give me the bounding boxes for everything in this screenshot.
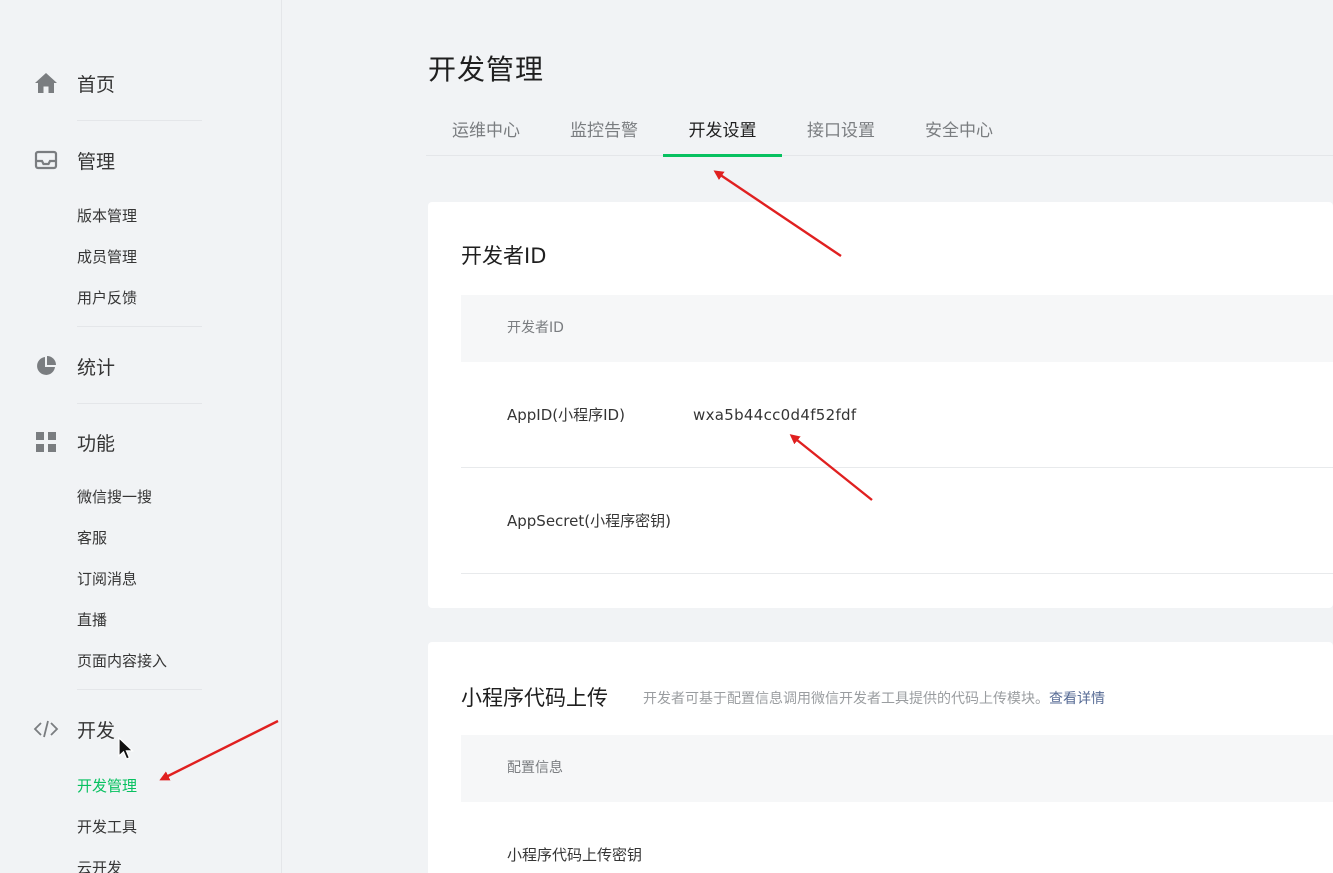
sidebar-item-develop[interactable]: 开发 — [0, 709, 282, 749]
pie-chart-icon — [33, 353, 59, 379]
sidebar-subitem-customer-service[interactable]: 客服 — [77, 526, 107, 550]
sidebar-item-features[interactable]: 功能 — [0, 422, 282, 462]
sidebar-item-label: 功能 — [77, 432, 116, 455]
sidebar-item-label: 开发 — [77, 719, 116, 742]
table-row: 小程序代码上传密钥 — [461, 802, 1333, 873]
table-header: 开发者ID — [461, 295, 1333, 362]
sidebar-item-label: 管理 — [77, 150, 116, 173]
sidebar-subitem-search[interactable]: 微信搜一搜 — [77, 485, 152, 509]
sidebar-subitem-cloud-dev[interactable]: 云开发 — [77, 856, 122, 873]
upload-key-label: 小程序代码上传密钥 — [507, 846, 643, 864]
code-upload-card: 小程序代码上传 开发者可基于配置信息调用微信开发者工具提供的代码上传模块。查看详… — [428, 642, 1333, 873]
sidebar-subitem-version[interactable]: 版本管理 — [77, 204, 137, 228]
sidebar-subitem-page-content[interactable]: 页面内容接入 — [77, 649, 167, 673]
tab-api-settings[interactable]: 接口设置 — [805, 110, 877, 156]
sidebar-subitem-subscribe-message[interactable]: 订阅消息 — [77, 567, 137, 591]
sidebar-item-home[interactable]: 首页 — [0, 63, 282, 103]
tab-ops-center[interactable]: 运维中心 — [450, 110, 522, 156]
card-title: 小程序代码上传 — [461, 686, 608, 710]
sidebar-subitem-dev-tools[interactable]: 开发工具 — [77, 815, 137, 839]
page-title: 开发管理 — [428, 53, 545, 86]
table-header: 配置信息 — [461, 735, 1333, 802]
divider — [77, 403, 202, 404]
sidebar-item-stats[interactable]: 统计 — [0, 346, 282, 386]
view-details-link[interactable]: 查看详情 — [1049, 691, 1105, 707]
divider — [77, 689, 202, 690]
sidebar: 首页 管理 版本管理 成员管理 用户反馈 统计 功能 微信搜一搜 客服 订阅消息… — [0, 0, 282, 873]
sidebar-subitem-members[interactable]: 成员管理 — [77, 245, 137, 269]
grid-icon — [33, 429, 59, 455]
sidebar-subitem-feedback[interactable]: 用户反馈 — [77, 286, 137, 310]
table-header-label: 开发者ID — [507, 320, 564, 336]
divider — [77, 120, 202, 121]
appsecret-label: AppSecret(小程序密钥) — [507, 512, 671, 530]
tab-dev-settings[interactable]: 开发设置 — [663, 110, 782, 157]
app-window: 首页 管理 版本管理 成员管理 用户反馈 统计 功能 微信搜一搜 客服 订阅消息… — [0, 0, 1333, 873]
tab-security-center[interactable]: 安全中心 — [923, 110, 995, 156]
inbox-icon — [33, 147, 59, 173]
table-header-label: 配置信息 — [507, 760, 563, 776]
sidebar-subitem-live[interactable]: 直播 — [77, 608, 107, 632]
sidebar-item-label: 首页 — [77, 73, 116, 96]
developer-id-card: 开发者ID 开发者ID AppID(小程序ID) wxa5b44cc0d4f52… — [428, 202, 1333, 608]
sidebar-item-label: 统计 — [77, 356, 116, 379]
sidebar-item-manage[interactable]: 管理 — [0, 140, 282, 180]
appid-label: AppID(小程序ID) — [507, 406, 625, 424]
table-row: AppID(小程序ID) wxa5b44cc0d4f52fdf — [461, 362, 1333, 468]
card-title: 开发者ID — [461, 244, 547, 268]
mouse-cursor-icon — [118, 736, 135, 765]
sidebar-subitem-dev-manage[interactable]: 开发管理 — [77, 774, 137, 798]
sidebar-clip: 云开发 — [0, 852, 282, 873]
tab-bar: 运维中心 监控告警 开发设置 接口设置 安全中心 — [426, 110, 1333, 157]
tab-monitoring[interactable]: 监控告警 — [568, 110, 640, 156]
card-description: 开发者可基于配置信息调用微信开发者工具提供的代码上传模块。查看详情 — [643, 688, 1105, 708]
table-row: AppSecret(小程序密钥) — [461, 468, 1333, 574]
home-icon — [33, 70, 59, 96]
code-icon — [33, 716, 59, 742]
description-text: 开发者可基于配置信息调用微信开发者工具提供的代码上传模块。 — [643, 691, 1049, 707]
appid-value[interactable]: wxa5b44cc0d4f52fdf — [693, 362, 856, 468]
divider — [77, 326, 202, 327]
